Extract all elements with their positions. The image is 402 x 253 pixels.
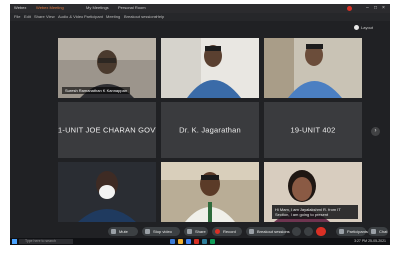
menu-breakout[interactable]: Breakout sessions bbox=[124, 14, 157, 19]
webex-taskbar-icon[interactable] bbox=[210, 239, 215, 244]
share-button[interactable]: Share bbox=[184, 227, 208, 236]
task-view-icon[interactable] bbox=[170, 239, 175, 244]
participant-tile[interactable]: Hi Mam, I am Jayalakshmi R. from IT Sect… bbox=[264, 162, 362, 222]
app-name: Webex bbox=[14, 5, 27, 10]
layout-toggle-icon[interactable] bbox=[354, 25, 359, 30]
participant-video bbox=[58, 162, 156, 222]
record-label: Record bbox=[223, 229, 236, 234]
menu-share[interactable]: Share bbox=[34, 14, 45, 19]
breadcrumb-personal-room[interactable]: Personal Room bbox=[118, 5, 146, 10]
video-camera-icon bbox=[145, 229, 150, 234]
meeting-title[interactable]: Webex Meeting bbox=[36, 5, 64, 10]
call-controls: Mute Stop video Share Record Breakout se… bbox=[10, 224, 390, 238]
participants-label: Participants bbox=[347, 229, 368, 234]
edge-icon[interactable] bbox=[202, 239, 207, 244]
title-bar: Webex Webex Meeting My Meetings Personal… bbox=[10, 4, 390, 13]
mute-button[interactable]: Mute bbox=[108, 227, 138, 236]
participant-name: 1-UNIT JOE CHARAN GOVT bbox=[58, 125, 156, 135]
participant-video bbox=[264, 38, 362, 98]
reactions-icon[interactable] bbox=[292, 227, 301, 236]
windows-start-icon[interactable] bbox=[12, 239, 17, 244]
breadcrumb-my-meetings[interactable]: My Meetings bbox=[86, 5, 109, 10]
microphone-icon bbox=[111, 229, 116, 234]
participants-icon bbox=[339, 229, 344, 234]
breakout-icon bbox=[249, 229, 254, 234]
chat-label: Chat bbox=[379, 229, 388, 234]
office-icon[interactable] bbox=[194, 239, 199, 244]
clock-date: 25-05-2021 bbox=[368, 239, 386, 243]
participant-tile[interactable] bbox=[58, 162, 156, 222]
mute-label: Mute bbox=[119, 229, 128, 234]
stop-video-label: Stop video bbox=[153, 229, 172, 234]
participant-tile[interactable] bbox=[161, 162, 259, 222]
participant-tile[interactable]: Suresh Ramanathan K Kannappan bbox=[58, 38, 156, 98]
breakout-label: Breakout sessions bbox=[257, 229, 290, 234]
chat-button[interactable]: Chat bbox=[368, 227, 388, 236]
close-icon[interactable]: × bbox=[382, 5, 385, 11]
participant-name: 19-UNIT 402 bbox=[290, 125, 336, 135]
participant-tile[interactable]: Dr. K. Jagarathan bbox=[161, 102, 259, 158]
taskbar: Type here to search 3:27 PM 25-05-2021 bbox=[10, 238, 390, 245]
system-tray: 3:27 PM 25-05-2021 bbox=[354, 239, 386, 244]
chrome-icon[interactable] bbox=[186, 239, 191, 244]
participant-tile[interactable] bbox=[161, 38, 259, 98]
menu-bar: File Edit Share View Audio & Video Parti… bbox=[10, 13, 390, 21]
stop-video-button[interactable]: Stop video bbox=[142, 227, 180, 236]
participant-name: Suresh Ramanathan K Kannappan bbox=[62, 87, 131, 94]
participant-name: Dr. K. Jagarathan bbox=[179, 125, 241, 135]
menu-audio-video[interactable]: Audio & Video bbox=[58, 14, 83, 19]
record-button[interactable]: Record bbox=[212, 227, 242, 236]
chat-icon bbox=[371, 229, 376, 234]
menu-edit[interactable]: Edit bbox=[24, 14, 31, 19]
next-page-icon[interactable]: › bbox=[371, 127, 380, 136]
maximize-icon[interactable]: □ bbox=[374, 5, 377, 11]
caption-box: Hi Mam, I am Jayalakshmi R. from IT Sect… bbox=[272, 205, 358, 219]
share-screen-icon bbox=[187, 229, 192, 234]
breakout-button[interactable]: Breakout sessions bbox=[246, 227, 290, 236]
menu-meeting[interactable]: Meeting bbox=[106, 14, 120, 19]
participant-tile[interactable]: 19-UNIT 402 bbox=[264, 102, 362, 158]
share-label: Share bbox=[195, 229, 206, 234]
menu-file[interactable]: File bbox=[14, 14, 20, 19]
file-explorer-icon[interactable] bbox=[178, 239, 183, 244]
minimize-icon[interactable]: – bbox=[366, 5, 369, 11]
screen: Webex Webex Meeting My Meetings Personal… bbox=[10, 4, 390, 245]
layout-button[interactable]: Layout bbox=[361, 25, 373, 30]
participant-video bbox=[161, 162, 259, 222]
participant-tile[interactable] bbox=[264, 38, 362, 98]
participant-tile[interactable]: 1-UNIT JOE CHARAN GOVT bbox=[58, 102, 156, 158]
clock-time: 3:27 PM bbox=[354, 239, 368, 243]
end-call-button[interactable] bbox=[316, 227, 326, 236]
more-options-icon[interactable] bbox=[304, 227, 313, 236]
menu-view[interactable]: View bbox=[46, 14, 55, 19]
view-bar: Layout bbox=[10, 21, 390, 34]
record-icon bbox=[215, 229, 220, 234]
recording-dot-icon bbox=[347, 6, 352, 11]
participant-video bbox=[161, 38, 259, 98]
video-grid: Suresh Ramanathan K Kannappan 1-UNIT JOE… bbox=[10, 34, 390, 224]
menu-participant[interactable]: Participant bbox=[84, 14, 103, 19]
taskbar-search-input[interactable]: Type here to search bbox=[19, 239, 73, 244]
participants-button[interactable]: Participants bbox=[336, 227, 368, 236]
menu-help[interactable]: Help bbox=[156, 14, 164, 19]
